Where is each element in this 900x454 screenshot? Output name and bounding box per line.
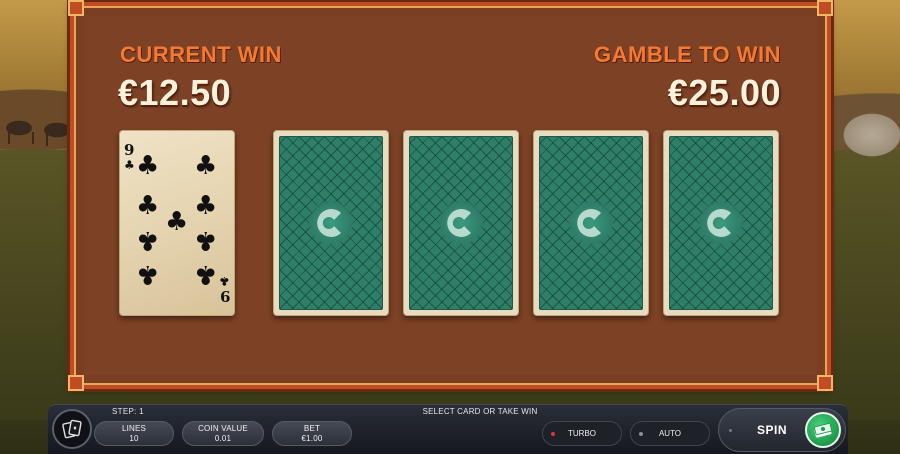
background-horse	[40, 120, 74, 146]
gamble-step-indicator: STEP: 1	[112, 407, 144, 416]
face-down-card-4[interactable]	[663, 130, 779, 316]
face-down-card-3[interactable]	[533, 130, 649, 316]
card-back-pattern	[539, 136, 643, 310]
face-down-card-1[interactable]	[273, 130, 389, 316]
club-pip-icon: ♣	[165, 207, 189, 237]
club-pip-icon: ♣	[136, 191, 160, 221]
coin-value-value: 0.01	[214, 433, 232, 443]
lines-selector[interactable]: LINES 10	[94, 421, 174, 446]
current-win-value: €12.50	[118, 72, 232, 113]
turbo-toggle[interactable]: TURBO	[542, 421, 622, 446]
auto-toggle[interactable]: AUTO	[630, 421, 710, 446]
card-back-emblem-icon	[438, 200, 484, 246]
background-yurt	[832, 95, 900, 175]
lines-value: 10	[129, 433, 139, 443]
coin-value-label: COIN VALUE	[198, 423, 248, 433]
card-back-pattern	[669, 136, 773, 310]
card-back-emblem-icon	[698, 200, 744, 246]
background-horse	[2, 118, 36, 144]
revealed-card-nine-of-clubs: 9 ♣ 9 ♣ ♣ ♣ ♣ ♣ ♣ ♣ ♣ ♣ ♣	[119, 130, 235, 316]
card-back-pattern	[279, 136, 383, 310]
turbo-label: TURBO	[568, 429, 596, 438]
control-bar: STEP: 1 SELECT CARD OR TAKE WIN LINES 10…	[48, 404, 848, 454]
club-pip-icon: ♣	[194, 225, 218, 255]
bet-value: €1.00	[301, 433, 323, 443]
gamble-board: CURRENT WIN €12.50 GAMBLE TO WIN €25.00 …	[68, 0, 833, 391]
club-pip-icon: ♣	[136, 259, 160, 289]
frame-corner-ornament	[68, 0, 84, 16]
club-suit-icon: ♣	[124, 158, 135, 172]
frame-corner-ornament	[817, 0, 833, 16]
spin-label: SPIN	[757, 423, 788, 437]
auto-label: AUTO	[658, 429, 682, 438]
status-message: SELECT CARD OR TAKE WIN	[422, 407, 538, 416]
bet-selector[interactable]: BET €1.00	[272, 421, 352, 446]
card-back-emblem-icon	[308, 200, 354, 246]
club-suit-icon: ♣	[219, 274, 230, 288]
card-back-emblem-icon	[568, 200, 614, 246]
auto-indicator-dot	[639, 432, 643, 436]
club-pip-icon: ♣	[194, 151, 218, 181]
cash-stack-icon	[814, 422, 832, 438]
card-rank-bottom: 9	[219, 287, 230, 305]
spin-button[interactable]: SPIN	[718, 408, 846, 452]
collect-button[interactable]	[805, 412, 841, 448]
gamble-to-win-label: GAMBLE TO WIN	[594, 42, 781, 67]
menu-button[interactable]	[52, 409, 92, 449]
current-win-label: CURRENT WIN	[120, 42, 282, 67]
club-pip-icon: ♣	[194, 191, 218, 221]
lines-label: LINES	[121, 423, 147, 433]
coin-value-selector[interactable]: COIN VALUE 0.01	[182, 421, 264, 446]
card-rank-top: 9	[124, 141, 135, 159]
club-pip-icon: ♣	[136, 225, 160, 255]
cards-menu-icon	[62, 419, 82, 439]
spin-indicator-dot	[729, 429, 732, 432]
club-pip-icon: ♣	[136, 151, 160, 181]
frame-corner-ornament	[68, 375, 84, 391]
frame-corner-ornament	[817, 375, 833, 391]
face-down-card-2[interactable]	[403, 130, 519, 316]
card-back-pattern	[409, 136, 513, 310]
turbo-indicator-dot	[551, 432, 555, 436]
bet-label: BET	[303, 423, 321, 433]
gamble-to-win-value: €25.00	[667, 72, 781, 113]
club-pip-icon: ♣	[194, 259, 218, 289]
